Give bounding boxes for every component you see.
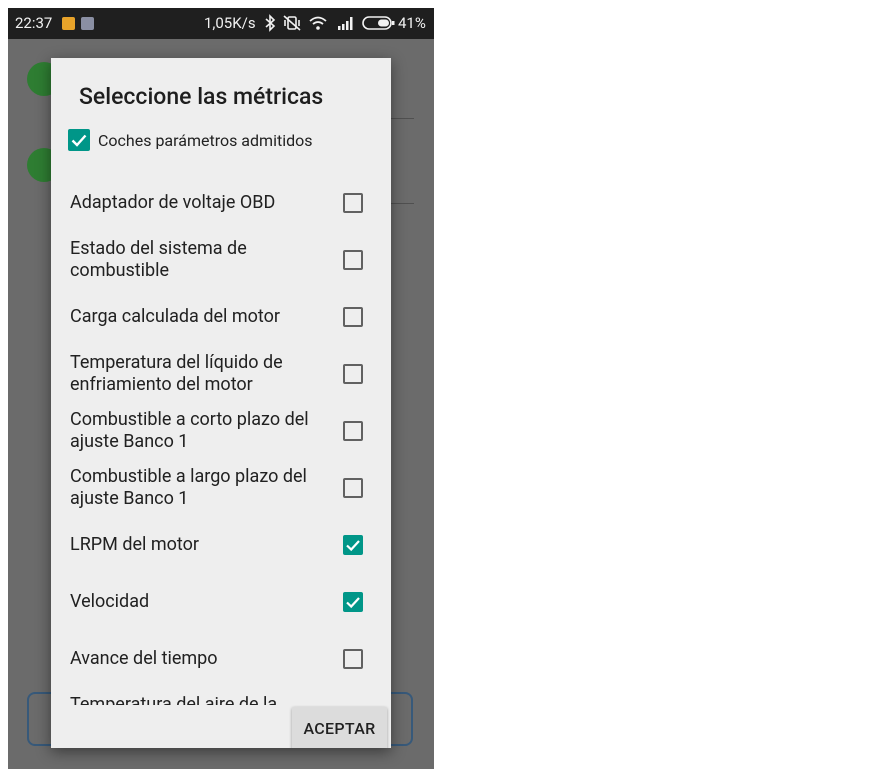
phone-screen: 22:37 1,05K/s 41% Seleccione las métrica… (8, 8, 434, 769)
select-all-checkbox[interactable] (68, 129, 90, 151)
signal-icon (336, 14, 356, 32)
metric-label: LRPM del motor (70, 534, 199, 555)
metric-label: Combustible a largo plazo del ajuste Ban… (70, 466, 307, 509)
metrics-list[interactable]: Adaptador de voltaje OBD Estado del sist… (51, 175, 391, 705)
metric-item[interactable]: Avance del tiempo (51, 631, 391, 688)
metric-item[interactable]: LRPM del motor (51, 517, 391, 574)
metric-item[interactable]: Carga calculada del motor (51, 289, 391, 346)
select-all-label: Coches parámetros admitidos (98, 131, 313, 150)
metric-label: Velocidad (70, 591, 150, 612)
metric-label: Combustible a corto plazo del ajuste Ban… (70, 409, 309, 452)
shield-notification-icon (81, 17, 94, 30)
status-bar: 22:37 1,05K/s 41% (8, 8, 434, 39)
metric-item[interactable]: Combustible a largo plazo del ajuste Ban… (51, 460, 391, 517)
metric-label: Temperatura del aire de la admisión (70, 694, 278, 705)
metric-checkbox[interactable] (343, 364, 363, 384)
metric-item[interactable]: Velocidad (51, 574, 391, 631)
battery-icon (362, 14, 396, 32)
vibrate-icon (282, 14, 302, 32)
metric-checkbox[interactable] (343, 421, 363, 441)
metric-checkbox[interactable] (343, 478, 363, 498)
network-speed: 1,05K/s (204, 14, 256, 32)
metric-checkbox[interactable] (343, 535, 363, 555)
accept-button[interactable]: ACEPTAR (292, 707, 387, 748)
bluetooth-icon (264, 14, 276, 32)
metric-label: Adaptador de voltaje OBD (70, 192, 276, 213)
battery-percent: 41% (398, 14, 426, 32)
metric-label: Avance del tiempo (70, 648, 218, 669)
metric-item[interactable]: Adaptador de voltaje OBD (51, 175, 391, 232)
metric-label: Carga calculada del motor (70, 306, 280, 327)
metric-label: Temperatura del líquido de enfriamiento … (70, 352, 283, 395)
wifi-icon (308, 14, 328, 32)
metric-item[interactable]: Temperatura del líquido de enfriamiento … (51, 346, 391, 403)
metric-checkbox[interactable] (343, 193, 363, 213)
metric-checkbox[interactable] (343, 307, 363, 327)
metric-checkbox[interactable] (343, 592, 363, 612)
metric-item[interactable]: Combustible a corto plazo del ajuste Ban… (51, 403, 391, 460)
metric-item[interactable]: Temperatura del aire de la admisión (51, 688, 391, 705)
app-notification-icon (62, 17, 75, 30)
status-time: 22:37 (15, 14, 53, 32)
dialog-title: Seleccione las métricas (79, 83, 324, 110)
metric-label: Estado del sistema de combustible (70, 238, 247, 281)
metrics-dialog: Seleccione las métricas Coches parámetro… (51, 58, 391, 748)
metric-checkbox[interactable] (343, 649, 363, 669)
metric-checkbox[interactable] (343, 250, 363, 270)
metric-item[interactable]: Estado del sistema de combustible (51, 232, 391, 289)
